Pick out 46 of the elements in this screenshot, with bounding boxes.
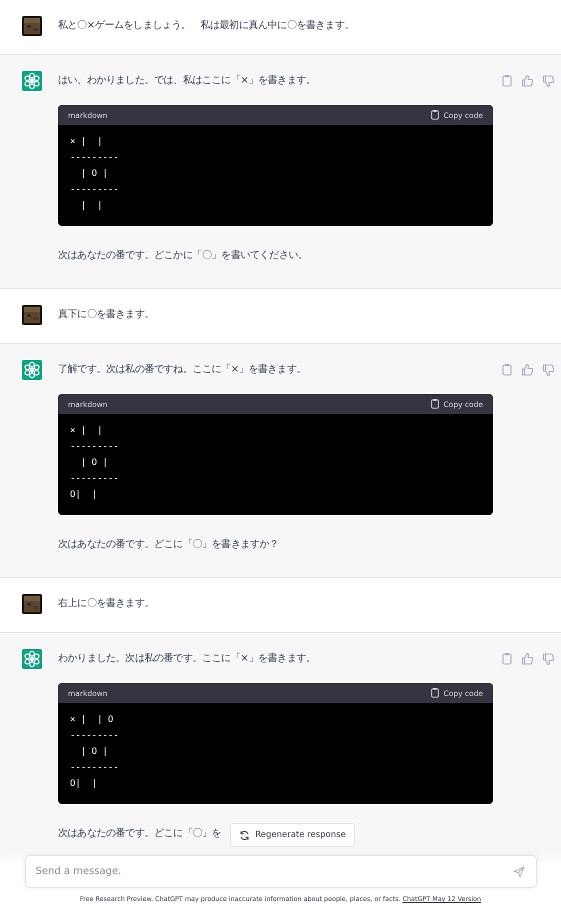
thumbs-up-icon[interactable] [521,363,534,377]
clipboard-icon [430,687,440,699]
code-line: × | | [70,136,104,149]
thumbs-down-icon[interactable] [542,363,555,377]
send-icon[interactable] [512,866,524,878]
code-line: × | | O [70,714,114,727]
code-line: O| | [70,489,98,502]
knot-logo-icon [22,360,42,380]
code-line: × | | [70,425,104,438]
knot-logo-icon [22,71,42,91]
message-text: 私と〇×ゲームをしましょう。 私は最初に真ん中に〇を書きます。 [58,18,355,33]
code-line: --------- [70,152,120,165]
message-input[interactable]: Send a message. [24,855,536,888]
code-line: --------- [70,184,120,197]
code-line: O| | [70,778,98,791]
thumbs-up-icon[interactable] [521,652,534,666]
knot-logo-icon [22,649,42,669]
clipboard-icon[interactable] [501,363,513,377]
user-avatar [22,305,42,325]
thumbs-up-icon[interactable] [521,74,534,88]
message-text: 次はあなたの番です。どこに「〇」を書きますか？ [58,538,279,552]
clipboard-icon [430,109,440,121]
thumbs-down-icon[interactable] [542,74,555,88]
message-text: 次はあなたの番です。どこに「〇」を [58,826,222,841]
clipboard-icon [430,398,440,410]
code-line: --------- [70,473,120,486]
message-text: はい、わかりました。では、私はここに「×」を書きます。 [58,74,317,88]
message-text: わかりました。次は私の番です。ここに「×」を書きます。 [58,652,317,666]
user-avatar [22,16,42,36]
clipboard-icon[interactable] [501,652,513,666]
code-line: | O | [80,457,109,470]
user-avatar [22,594,42,614]
code-line: | O | [80,168,109,181]
regenerate-button[interactable]: Regenerate response [230,823,355,847]
code-line: --------- [70,441,120,454]
thumbs-down-icon[interactable] [542,652,555,666]
message-text: 了解です。次は私の番ですね。ここに「×」を書きます。 [58,362,307,377]
message-text: 右上に〇を書きます。 [58,596,156,611]
message-text: 次はあなたの番です。どこかに「〇」を書いてください。 [58,248,308,263]
refresh-icon [239,830,250,840]
code-line: | O | [80,746,109,759]
code-line: | | [80,200,104,213]
code-line: --------- [70,730,120,743]
clipboard-icon[interactable] [501,74,513,88]
code-line: --------- [70,762,120,775]
message-text: 真下に〇を書きます。 [58,308,156,322]
